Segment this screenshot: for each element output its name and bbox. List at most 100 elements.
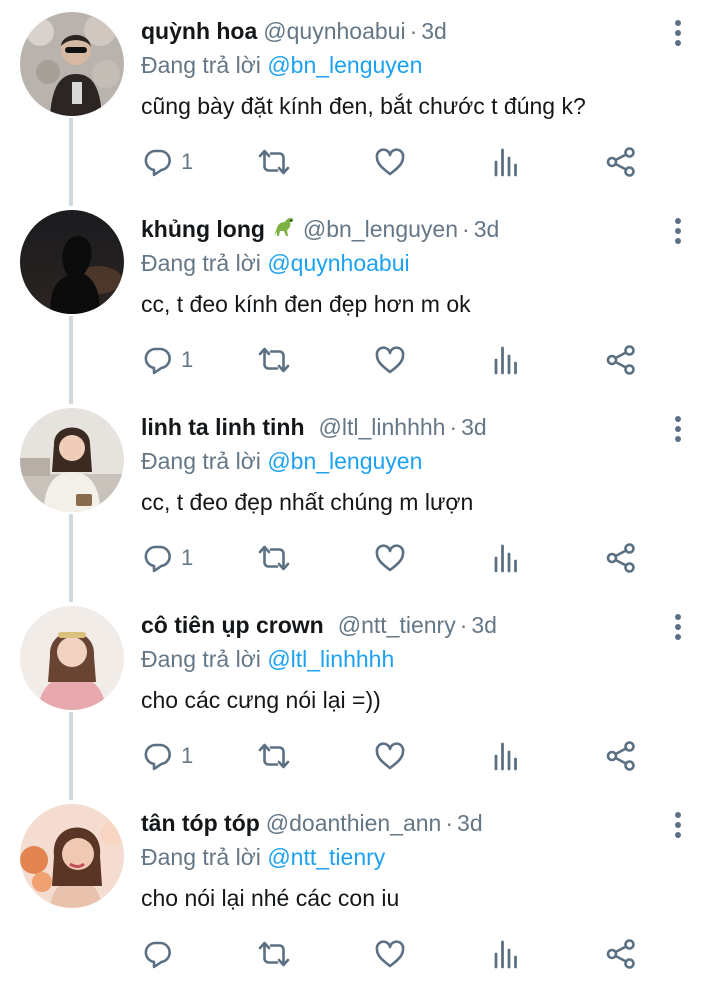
share-button[interactable] xyxy=(605,144,637,180)
tweet[interactable]: cô tiên ụp crown @ntt_tienry · 3d Đang trả … xyxy=(0,594,720,792)
separator: · xyxy=(462,216,470,242)
reply-button[interactable]: 1 xyxy=(143,738,193,774)
action-bar: 1 xyxy=(141,738,641,774)
timestamp[interactable]: 3d xyxy=(471,612,497,638)
replying-to: Đang trả lời @ntt_tienry xyxy=(141,842,385,872)
replying-mention[interactable]: @bn_lenguyen xyxy=(267,52,422,78)
tweet-text: cc, t đeo đẹp nhất chúng m lượn xyxy=(141,489,474,515)
separator: · xyxy=(409,18,418,44)
heart-icon xyxy=(374,939,406,969)
like-button[interactable] xyxy=(374,540,406,576)
like-button[interactable] xyxy=(374,342,406,378)
user-handle[interactable]: @ntt_tienry xyxy=(338,612,456,638)
analytics-icon xyxy=(492,939,520,969)
replying-label: Đang trả lời xyxy=(141,52,261,78)
retweet-button[interactable] xyxy=(257,936,291,972)
like-button[interactable] xyxy=(374,738,406,774)
display-name[interactable]: tân tóp tóp xyxy=(141,810,260,836)
share-button[interactable] xyxy=(605,342,637,378)
separator: · xyxy=(459,612,468,638)
more-options-icon[interactable] xyxy=(668,414,688,444)
analytics-button[interactable] xyxy=(492,342,520,378)
more-options-icon[interactable] xyxy=(668,810,688,840)
tweet-text: cho các cưng nói lại =)) xyxy=(141,687,381,713)
replying-mention[interactable]: @ltl_linhhhh xyxy=(267,646,394,672)
analytics-icon xyxy=(492,543,520,573)
dinosaur-emoji-icon xyxy=(271,216,297,247)
tweet[interactable]: tân tóp tóp @doanthien_ann · 3d Đang trả lờ… xyxy=(0,792,720,990)
like-button[interactable] xyxy=(374,936,406,972)
more-options-icon[interactable] xyxy=(668,612,688,642)
separator: · xyxy=(449,414,458,440)
timestamp[interactable]: 3d xyxy=(457,810,483,836)
reply-button[interactable]: 1 xyxy=(143,342,193,378)
separator: · xyxy=(445,810,454,836)
share-icon xyxy=(605,938,637,970)
reply-count: 1 xyxy=(181,743,194,768)
display-name[interactable]: quỳnh hoa xyxy=(141,18,257,44)
replying-label: Đang trả lời xyxy=(141,844,261,870)
display-name[interactable]: cô tiên ụp crown xyxy=(141,612,324,638)
heart-icon xyxy=(374,147,406,177)
share-button[interactable] xyxy=(605,540,637,576)
reply-icon xyxy=(143,939,173,969)
avatar[interactable] xyxy=(20,606,124,710)
heart-icon xyxy=(374,543,406,573)
analytics-icon xyxy=(492,345,520,375)
timestamp[interactable]: 3d xyxy=(474,216,500,242)
reply-count: 1 xyxy=(181,149,194,174)
analytics-button[interactable] xyxy=(492,738,520,774)
avatar[interactable] xyxy=(20,12,124,116)
retweet-icon xyxy=(257,741,291,771)
user-handle[interactable]: @quynhoabui xyxy=(263,18,405,44)
timestamp[interactable]: 3d xyxy=(461,414,487,440)
tweet-text: cũng bày đặt kính đen, bắt chước t đúng … xyxy=(141,93,586,119)
retweet-button[interactable] xyxy=(257,144,291,180)
replying-mention[interactable]: @quynhoabui xyxy=(267,250,409,276)
display-name[interactable]: linh ta linh tinh xyxy=(141,414,305,440)
reply-icon xyxy=(143,147,173,177)
like-button[interactable] xyxy=(374,144,406,180)
avatar[interactable] xyxy=(20,804,124,908)
retweet-icon xyxy=(257,147,291,177)
more-options-icon[interactable] xyxy=(668,216,688,246)
tweet[interactable]: linh ta linh tinh @ltl_linhhhh · 3d Đang tr… xyxy=(0,396,720,594)
user-handle[interactable]: @ltl_linhhhh xyxy=(319,414,446,440)
share-button[interactable] xyxy=(605,936,637,972)
retweet-button[interactable] xyxy=(257,540,291,576)
replying-mention[interactable]: @bn_lenguyen xyxy=(267,448,422,474)
user-handle[interactable]: @bn_lenguyen xyxy=(303,216,458,242)
heart-icon xyxy=(374,741,406,771)
replying-to: Đang trả lời @quynhoabui xyxy=(141,248,410,278)
retweet-button[interactable] xyxy=(257,738,291,774)
replying-label: Đang trả lời xyxy=(141,448,261,474)
share-button[interactable] xyxy=(605,738,637,774)
replying-label: Đang trả lời xyxy=(141,646,261,672)
reply-icon xyxy=(143,345,173,375)
action-bar xyxy=(141,936,641,972)
replying-mention[interactable]: @ntt_tienry xyxy=(267,844,385,870)
reply-count: 1 xyxy=(181,545,194,570)
avatar[interactable] xyxy=(20,210,124,314)
heart-icon xyxy=(374,345,406,375)
reply-button[interactable]: 1 xyxy=(143,144,193,180)
analytics-button[interactable] xyxy=(492,144,520,180)
action-bar: 1 xyxy=(141,144,641,180)
replying-to: Đang trả lời @ltl_linhhhh xyxy=(141,644,394,674)
analytics-button[interactable] xyxy=(492,936,520,972)
analytics-button[interactable] xyxy=(492,540,520,576)
tweet[interactable]: khủng long @bn_lenguyen · 3d Đang trả lời @… xyxy=(0,198,720,396)
avatar[interactable] xyxy=(20,408,124,512)
reply-count: 1 xyxy=(181,347,194,372)
display-name[interactable]: khủng long xyxy=(141,216,265,242)
reply-button[interactable] xyxy=(143,936,181,972)
user-handle[interactable]: @doanthien_ann xyxy=(266,810,442,836)
retweet-button[interactable] xyxy=(257,342,291,378)
action-bar: 1 xyxy=(141,342,641,378)
timestamp[interactable]: 3d xyxy=(421,18,447,44)
reply-button[interactable]: 1 xyxy=(143,540,193,576)
more-options-icon[interactable] xyxy=(668,18,688,48)
tweet[interactable]: quỳnh hoa @quynhoabui · 3d Đang trả lời @bn… xyxy=(0,0,720,198)
replying-to: Đang trả lời @bn_lenguyen xyxy=(141,50,422,80)
retweet-icon xyxy=(257,345,291,375)
